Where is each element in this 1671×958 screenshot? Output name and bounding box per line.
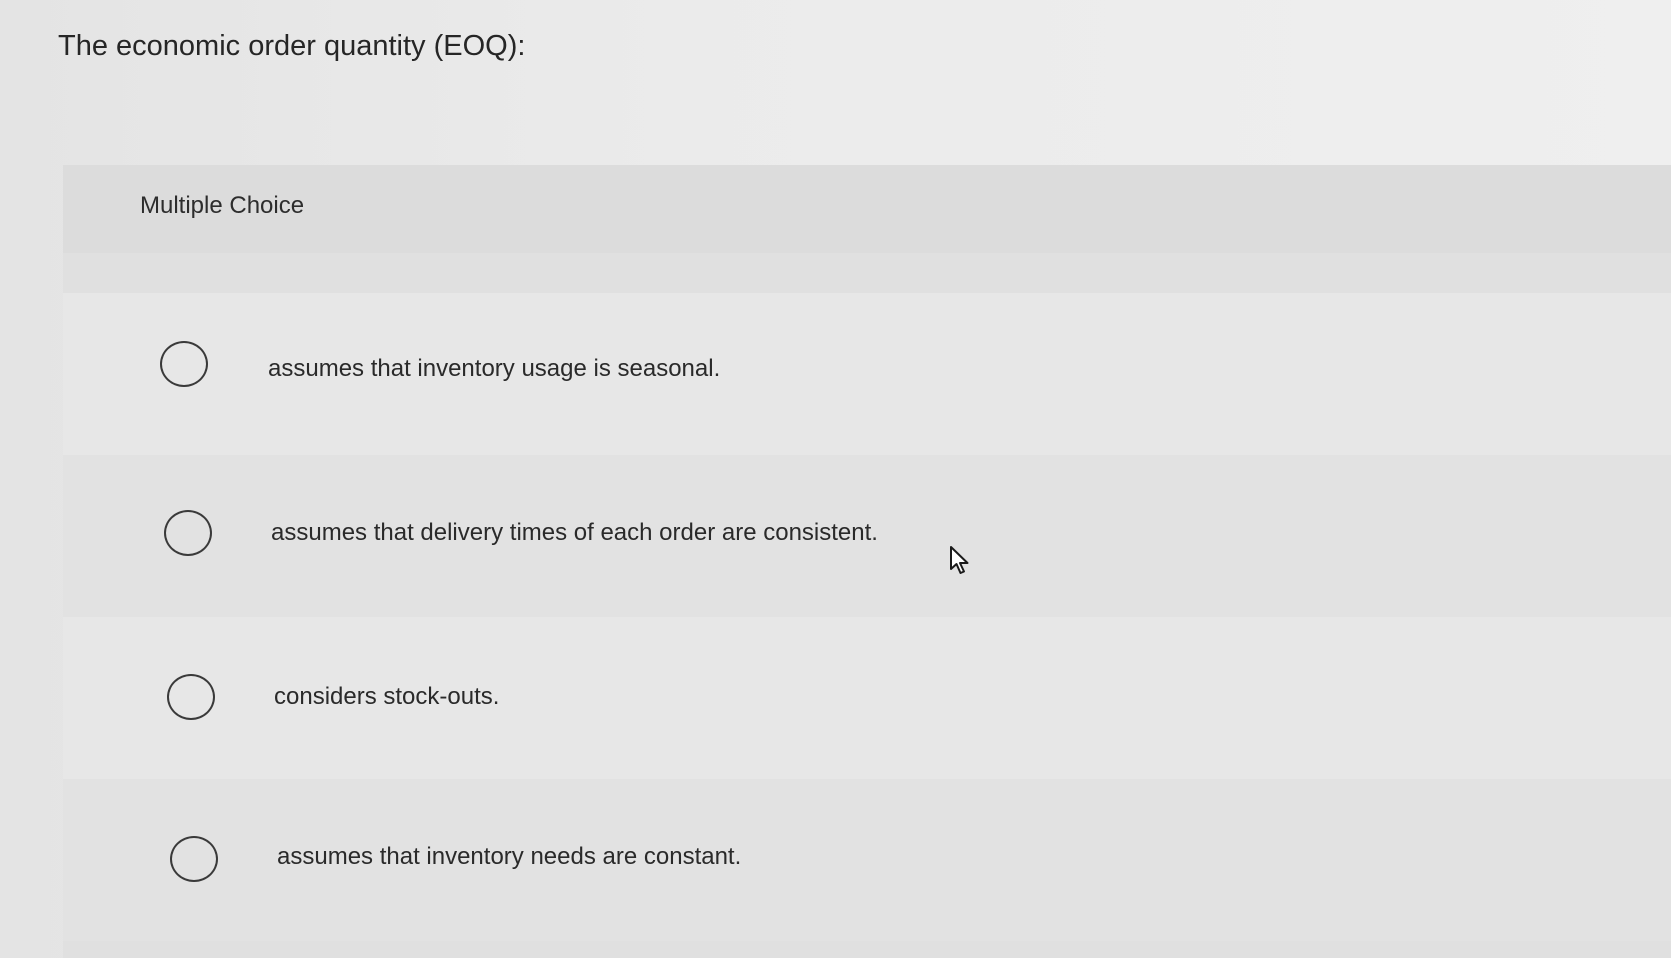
multiple-choice-panel: Multiple Choice assumes that inventory u… — [63, 165, 1671, 958]
radio-button-icon[interactable] — [160, 341, 208, 387]
answer-option-2[interactable]: assumes that delivery times of each orde… — [63, 455, 1671, 617]
radio-button-icon[interactable] — [170, 836, 218, 882]
answer-option-label: assumes that delivery times of each orde… — [271, 519, 878, 546]
question-type-label: Multiple Choice — [140, 192, 305, 219]
radio-button-icon[interactable] — [167, 674, 215, 720]
answer-option-label: assumes that inventory needs are constan… — [277, 843, 742, 870]
answer-option-4[interactable]: assumes that inventory needs are constan… — [63, 779, 1671, 941]
answer-option-1[interactable]: assumes that inventory usage is seasonal… — [63, 293, 1671, 455]
radio-button-icon[interactable] — [164, 510, 212, 556]
answer-option-label: considers stock-outs. — [274, 683, 500, 710]
answer-option-label: assumes that inventory usage is seasonal… — [268, 355, 721, 382]
answer-option-3[interactable]: considers stock-outs. — [63, 617, 1671, 779]
panel-header: Multiple Choice — [63, 165, 1671, 253]
mouse-pointer-icon — [950, 546, 969, 574]
question-title: The economic order quantity (EOQ): — [58, 30, 526, 62]
